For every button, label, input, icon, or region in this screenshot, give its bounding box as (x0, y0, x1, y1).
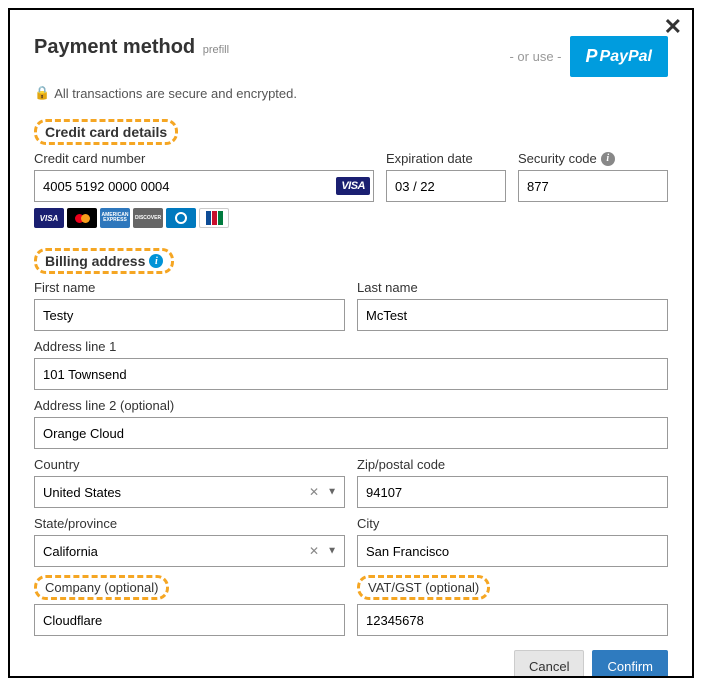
info-icon[interactable]: i (601, 152, 615, 166)
first-name-input[interactable] (34, 299, 345, 331)
jcb-icon (199, 208, 229, 228)
amex-icon: AMERICANEXPRESS (100, 208, 130, 228)
company-input[interactable] (34, 604, 345, 636)
info-icon[interactable]: i (149, 254, 163, 268)
discover-icon: DISCOVER (133, 208, 163, 228)
paypal-label: PayPal (600, 48, 652, 66)
zip-input[interactable] (357, 476, 668, 508)
addr2-input[interactable] (34, 417, 668, 449)
lock-icon: 🔒 (34, 85, 50, 101)
addr1-label: Address line 1 (34, 339, 668, 354)
or-use-text: - or use - (509, 49, 561, 64)
country-label: Country (34, 457, 345, 472)
zip-label: Zip/postal code (357, 457, 668, 472)
addr1-input[interactable] (34, 358, 668, 390)
city-label: City (357, 516, 668, 531)
last-name-input[interactable] (357, 299, 668, 331)
modal-title: Payment method (34, 36, 195, 58)
secure-text: All transactions are secure and encrypte… (54, 86, 297, 101)
cc-exp-label: Expiration date (386, 151, 506, 166)
secure-notice: 🔒 All transactions are secure and encryp… (34, 85, 668, 101)
cc-cvv-label: Security code i (518, 151, 668, 166)
state-select[interactable] (34, 535, 345, 567)
paypal-button[interactable]: P PayPal (570, 36, 669, 77)
state-label: State/province (34, 516, 345, 531)
clear-icon[interactable]: ✕ (309, 485, 319, 499)
paypal-logo-icon: P (586, 46, 598, 67)
cc-number-input[interactable] (34, 170, 374, 202)
cc-number-label: Credit card number (34, 151, 374, 166)
mastercard-icon (67, 208, 97, 228)
city-input[interactable] (357, 535, 668, 567)
company-label: Company (optional) (34, 575, 345, 600)
diners-icon (166, 208, 196, 228)
modal-header: Payment method prefill - or use - P PayP… (34, 36, 668, 77)
last-name-label: Last name (357, 280, 668, 295)
prefill-tag: prefill (203, 44, 229, 56)
cancel-button[interactable]: Cancel (514, 650, 584, 678)
country-select[interactable] (34, 476, 345, 508)
vat-input[interactable] (357, 604, 668, 636)
first-name-label: First name (34, 280, 345, 295)
cc-section-heading: Credit card details (34, 119, 178, 145)
addr2-label: Address line 2 (optional) (34, 398, 668, 413)
card-type-badge: VISA (336, 177, 370, 195)
payment-modal: ✕ Payment method prefill - or use - P Pa… (8, 8, 694, 678)
billing-section-heading: Billing address i (34, 248, 174, 274)
clear-icon[interactable]: ✕ (309, 544, 319, 558)
card-brand-icons: VISA AMERICANEXPRESS DISCOVER (34, 208, 374, 228)
vat-label: VAT/GST (optional) (357, 575, 668, 600)
close-icon[interactable]: ✕ (664, 16, 682, 38)
confirm-button[interactable]: Confirm (592, 650, 668, 678)
visa-icon: VISA (34, 208, 64, 228)
cc-cvv-input[interactable] (518, 170, 668, 202)
modal-footer: Cancel Confirm (34, 650, 668, 678)
cc-exp-input[interactable] (386, 170, 506, 202)
